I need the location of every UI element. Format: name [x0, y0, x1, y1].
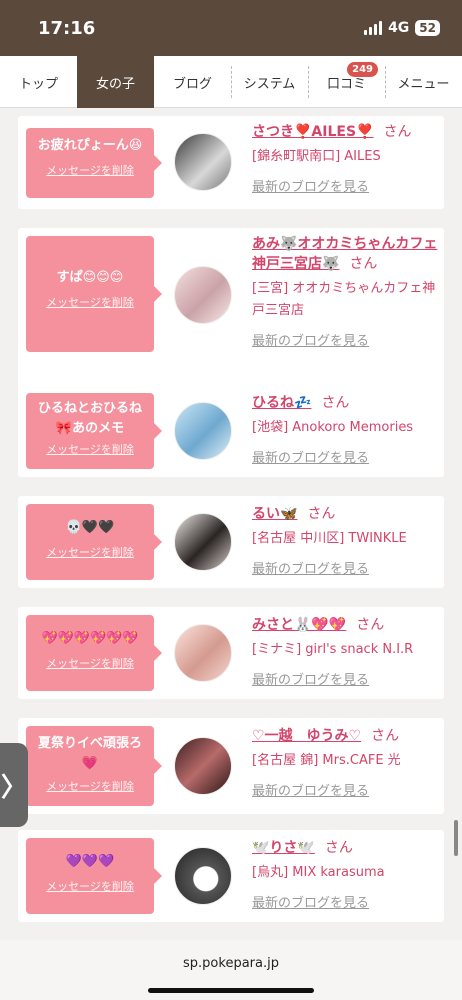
- honorific: さん: [324, 840, 353, 856]
- girl-name-link[interactable]: みさと🐰💖💖: [252, 617, 346, 633]
- delete-message-link[interactable]: メッセージを削除: [26, 162, 154, 178]
- girl-name-link[interactable]: ♡一越 ゆうみ♡: [252, 728, 361, 744]
- honorific: さん: [321, 395, 350, 411]
- status-indicators: 4G 52: [364, 20, 440, 36]
- shop-name: [錦糸町駅南口] AILES: [252, 149, 381, 164]
- girl-info: さつき❣️AILES❣️ さん [錦糸町駅南口] AILES 最新のブログを見る: [252, 122, 438, 195]
- girl-info: あみ🐺オオカミちゃんカフェ神戸三宮店🐺 さん [三宮] オオカミちゃんカフェ神戸三…: [252, 234, 438, 349]
- latest-blog-link[interactable]: 最新のブログを見る: [252, 330, 438, 349]
- girl-name-link[interactable]: ひるね💤: [252, 395, 311, 411]
- message-text: 💜💜💜: [65, 854, 115, 869]
- home-indicator[interactable]: [148, 988, 314, 993]
- honorific: さん: [349, 256, 378, 272]
- avatar[interactable]: [174, 266, 232, 324]
- avatar[interactable]: [174, 847, 232, 905]
- latest-blog-link[interactable]: 最新のブログを見る: [252, 892, 438, 911]
- status-time: 17:16: [38, 18, 96, 39]
- avatar[interactable]: [174, 513, 232, 571]
- honorific: さん: [371, 728, 400, 744]
- signal-icon: [364, 21, 383, 35]
- delete-message-link[interactable]: メッセージを削除: [26, 441, 154, 457]
- message-bubble: 💖💖💖💖💖💖 メッセージを削除: [26, 615, 162, 691]
- message-bubble: お疲れぴょーん😆 メッセージを削除: [26, 128, 162, 198]
- avatar[interactable]: [174, 402, 232, 460]
- girl-info: ♡一越 ゆうみ♡ さん [名古屋 錦] Mrs.CAFE 光 最新のブログを見る: [252, 726, 438, 799]
- list-item: 💖💖💖💖💖💖 メッセージを削除 みさと🐰💖💖 さん [ミナミ] girl's sn…: [18, 607, 444, 699]
- message-text: 💀🖤🖤: [65, 520, 115, 535]
- tab-top[interactable]: トップ: [0, 56, 77, 108]
- message-text: 💖💖💖💖💖💖: [41, 631, 139, 646]
- message-bubble: すぱ😊😊😊 メッセージを削除: [26, 236, 162, 352]
- tab-reviews[interactable]: 口コミ 249: [308, 56, 385, 108]
- list-item: ひるねとおひるね🎀あのメモ メッセージを削除 ひるね💤 さん [池袋] Anoko…: [18, 385, 444, 477]
- avatar[interactable]: [174, 624, 232, 682]
- main-nav: トップ 女の子 ブログ システム 口コミ 249 メニュー: [0, 56, 462, 108]
- message-text: ひるねとおひるね🎀あのメモ: [37, 401, 142, 436]
- network-label: 4G: [388, 20, 410, 36]
- message-text: すぱ😊😊😊: [56, 270, 124, 285]
- shop-name: [ミナミ] girl's snack N.I.R: [252, 642, 414, 657]
- message-bubble: ひるねとおひるね🎀あのメモ メッセージを削除: [26, 393, 162, 469]
- list-item: 💜💜💜 メッセージを削除 🕊️りさ🕊️ さん [烏丸] MIX karasuma …: [18, 830, 444, 922]
- scrollbar[interactable]: [454, 820, 458, 856]
- honorific: さん: [356, 617, 385, 633]
- delete-message-link[interactable]: メッセージを削除: [26, 878, 154, 894]
- delete-message-link[interactable]: メッセージを削除: [26, 294, 154, 310]
- latest-blog-link[interactable]: 最新のブログを見る: [252, 780, 438, 799]
- tab-menu[interactable]: メニュー: [385, 56, 462, 108]
- latest-blog-link[interactable]: 最新のブログを見る: [252, 669, 438, 688]
- message-text: 夏祭りイベ頑張ろ💗: [37, 736, 142, 771]
- avatar[interactable]: [174, 737, 232, 795]
- reviews-count-badge: 249: [347, 62, 378, 77]
- tab-label: ブログ: [172, 76, 212, 92]
- tab-system[interactable]: システム: [231, 56, 308, 108]
- message-bubble: 夏祭りイベ頑張ろ💗 メッセージを削除: [26, 726, 162, 806]
- list-item: 夏祭りイベ頑張ろ💗 メッセージを削除 ♡一越 ゆうみ♡ さん [名古屋 錦] Mr…: [18, 718, 444, 814]
- girl-info: ひるね💤 さん [池袋] Anokoro Memories 最新のブログを見る: [252, 393, 438, 466]
- list-item: 💀🖤🖤 メッセージを削除 るい🦋 さん [名古屋 中川区] TWINKLE 最新の…: [18, 496, 444, 588]
- girl-info: 🕊️りさ🕊️ さん [烏丸] MIX karasuma 最新のブログを見る: [252, 838, 438, 911]
- girl-name-link[interactable]: あみ🐺オオカミちゃんカフェ神戸三宮店🐺: [252, 236, 437, 272]
- shop-name: [池袋] Anokoro Memories: [252, 420, 414, 435]
- delete-message-link[interactable]: メッセージを削除: [26, 544, 154, 560]
- message-bubble: 💀🖤🖤 メッセージを削除: [26, 504, 162, 580]
- girl-name-link[interactable]: るい🦋: [252, 506, 297, 522]
- delete-message-link[interactable]: メッセージを削除: [26, 655, 154, 671]
- avatar[interactable]: [174, 133, 232, 191]
- shop-name: [烏丸] MIX karasuma: [252, 865, 385, 880]
- url-display[interactable]: sp.pokepara.jp: [0, 956, 462, 971]
- shop-name: [三宮] オオカミちゃんカフェ神戸三宮店: [252, 281, 436, 318]
- tab-blog[interactable]: ブログ: [154, 56, 231, 108]
- list-item: お疲れぴょーん😆 メッセージを削除 さつき❣️AILES❣️ さん [錦糸町駅南口…: [18, 116, 444, 209]
- message-bubble: 💜💜💜 メッセージを削除: [26, 838, 162, 914]
- tab-label: システム: [243, 76, 296, 92]
- message-text: お疲れぴょーん😆: [37, 138, 143, 153]
- chevron-right-icon: 〉: [0, 772, 27, 803]
- tab-label: トップ: [18, 76, 58, 92]
- tab-girls[interactable]: 女の子: [77, 56, 154, 108]
- latest-blog-link[interactable]: 最新のブログを見る: [252, 447, 438, 466]
- battery-icon: 52: [415, 20, 440, 36]
- girl-name-link[interactable]: さつき❣️AILES❣️: [252, 124, 373, 140]
- side-drawer-handle[interactable]: 〉: [0, 743, 28, 827]
- girl-name-link[interactable]: 🕊️りさ🕊️: [252, 840, 315, 856]
- tab-label: メニュー: [397, 76, 450, 92]
- delete-message-link[interactable]: メッセージを削除: [26, 778, 154, 794]
- tab-label: 女の子: [95, 76, 135, 92]
- status-bar: 17:16 4G 52: [0, 0, 462, 56]
- shop-name: [名古屋 中川区] TWINKLE: [252, 531, 407, 546]
- girl-info: るい🦋 さん [名古屋 中川区] TWINKLE 最新のブログを見る: [252, 504, 438, 577]
- honorific: さん: [307, 506, 336, 522]
- latest-blog-link[interactable]: 最新のブログを見る: [252, 558, 438, 577]
- shop-name: [名古屋 錦] Mrs.CAFE 光: [252, 753, 401, 768]
- latest-blog-link[interactable]: 最新のブログを見る: [252, 176, 438, 195]
- honorific: さん: [383, 124, 412, 140]
- girl-info: みさと🐰💖💖 さん [ミナミ] girl's snack N.I.R 最新のブログ…: [252, 615, 438, 688]
